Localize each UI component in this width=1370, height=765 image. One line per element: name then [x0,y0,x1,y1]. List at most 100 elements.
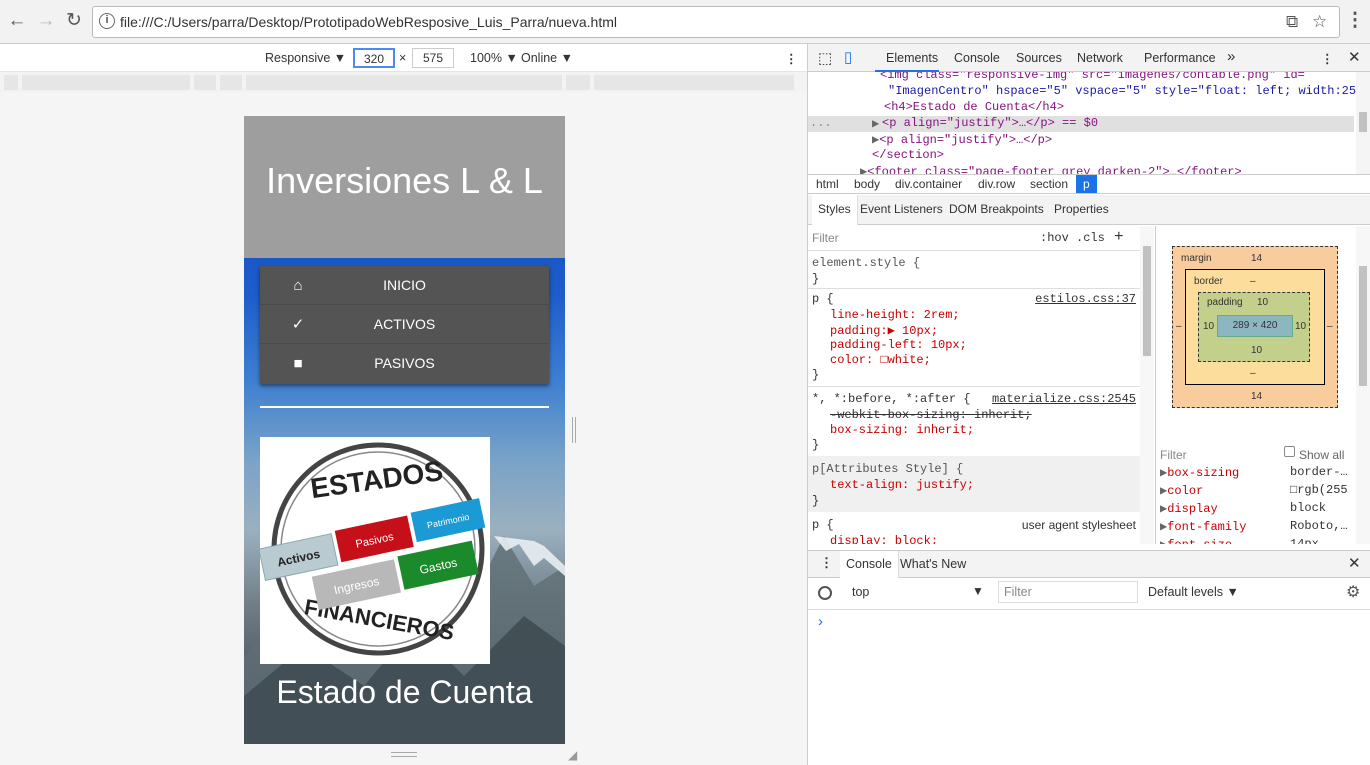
network-throttle-select[interactable]: Online ▼ [521,51,573,65]
elements-scrollbar[interactable] [1356,72,1370,174]
crumb-section[interactable]: section [1030,177,1068,191]
ua-rule-selector[interactable]: p { [812,518,834,532]
zoom-select[interactable]: 100% ▼ [470,51,518,65]
devtools-menu-icon[interactable]: ⋮ [1321,51,1334,66]
css-text-align[interactable]: text-align: justify; [830,478,974,492]
dom-node-footer[interactable]: ▶<footer class="page-footer grey darken-… [860,164,1370,174]
attributes-style-selector[interactable]: p[Attributes Style] { [812,462,963,476]
crumb-body[interactable]: body [854,177,880,191]
tab-styles[interactable]: Styles [812,195,858,225]
console-prompt[interactable]: › [818,613,823,630]
css-display[interactable]: display: block; [830,534,938,544]
media-query-ruler[interactable] [0,72,807,92]
styles-scrollbar[interactable] [1140,226,1154,544]
log-levels-select[interactable]: Default levels ▼ [1148,585,1239,599]
drawer-tab-console[interactable]: Console [840,551,899,578]
device-mode-select[interactable]: Responsive ▼ [265,51,346,65]
box-model-padding[interactable]: padding 10 10 10 10 289 × 420 [1198,292,1310,362]
css-padding[interactable]: padding:▶ 10px; [830,323,938,338]
clear-console-icon[interactable] [818,586,832,600]
computed-row[interactable]: ▶display block [1160,501,1350,516]
box-model-border[interactable]: border – – padding 10 10 10 10 289 × 420 [1185,269,1325,385]
devtools-tabbar: ⬚ ▯ Elements Console Sources Network Per… [808,44,1370,72]
browser-menu-icon[interactable]: ⋮ [1344,10,1366,32]
css-line-height[interactable]: line-height: 2rem; [830,308,960,322]
site-header: Inversiones L & L [244,116,565,258]
crumb-html[interactable]: html [816,177,839,191]
drawer-menu-icon[interactable]: ⋮ [820,555,833,571]
dom-node-section-close[interactable]: </section> [872,148,1370,164]
styles-filter-input[interactable]: Filter [812,231,839,245]
css-webkit-box-sizing[interactable]: -webkit-box-sizing: inherit; [830,408,1032,422]
resize-handle-bottom[interactable] [391,752,417,757]
box-model-content[interactable]: 289 × 420 [1217,315,1293,337]
console-settings-gear-icon[interactable]: ⚙ [1346,582,1360,602]
close-drawer-icon[interactable]: ✕ [1348,554,1361,572]
tab-performance[interactable]: Performance [1144,51,1216,65]
context-select[interactable]: top [852,585,869,599]
computed-scrollbar[interactable] [1356,226,1370,544]
viewport-height-input[interactable]: 575 [412,48,454,68]
translate-icon[interactable]: ⧉ [1286,12,1298,32]
dom-node-img[interactable]: <img class="responsive-img" src="imagene… [880,72,1370,84]
estilos-css-link[interactable]: estilos.css:37 [1035,292,1136,306]
computed-row[interactable]: ▶box-sizing border-… [1160,465,1350,480]
computed-row[interactable]: ▶font-family Roboto,… [1160,519,1350,534]
new-rule-button[interactable]: + [1114,228,1124,246]
side-menu: ⌂ INICIO ✓ ACTIVOS ■ PASIVOS [260,266,549,384]
dom-node-p-selected[interactable]: ... ▶ <p align="justify">…</p> == $0 [808,116,1354,132]
device-toggle-icon[interactable]: ▯ [844,48,852,66]
console-filter-input[interactable]: Filter [1004,585,1032,599]
tab-event-listeners[interactable]: Event Listeners [860,202,943,216]
menu-item-activos[interactable]: ✓ ACTIVOS [260,305,549,344]
reload-icon[interactable]: ↻ [63,10,85,32]
materialize-css-link[interactable]: materialize.css:2545 [992,392,1136,406]
computed-row[interactable]: ▶font-size14px [1160,537,1350,544]
element-style-selector[interactable]: element.style { [812,256,920,270]
devtools-panel: ⬚ ▯ Elements Console Sources Network Per… [807,44,1370,765]
dom-node-img-attrs[interactable]: "ImagenCentro" hspace="5" vspace="5" sty… [888,84,1370,100]
menu-item-label: ACTIVOS [373,316,436,332]
tab-elements[interactable]: Elements [886,51,938,65]
tab-sources[interactable]: Sources [1016,51,1062,65]
crumb-div-row[interactable]: div.row [978,177,1015,191]
bookmark-star-icon[interactable]: ☆ [1312,12,1327,32]
resize-handle-right[interactable] [572,417,576,443]
viewport-width-input[interactable]: 320 [353,48,395,68]
tab-dom-breakpoints[interactable]: DOM Breakpoints [949,202,1044,216]
inspect-element-icon[interactable]: ⬚ [818,49,832,67]
tab-console[interactable]: Console [954,51,1000,65]
address-bar[interactable]: i file:///C:/Users/parra/Desktop/Prototi… [92,6,1340,38]
device-options-icon[interactable]: ⋮ [785,51,798,66]
computed-filter-input[interactable]: Filter [1160,448,1187,462]
cls-toggle[interactable]: .cls [1076,231,1105,245]
hov-toggle[interactable]: :hov [1040,231,1069,245]
drawer-tab-whats-new[interactable]: What's New [900,557,966,571]
menu-item-label: PASIVOS [374,355,435,371]
forward-arrow-icon[interactable]: → [35,10,57,32]
css-padding-left[interactable]: padding-left: 10px; [830,338,967,352]
menu-item-inicio[interactable]: ⌂ INICIO [260,266,549,305]
show-all-checkbox[interactable] [1284,446,1295,457]
tab-network[interactable]: Network [1077,51,1123,65]
crumb-p[interactable]: p [1076,175,1097,193]
menu-item-pasivos[interactable]: ■ PASIVOS [260,344,549,383]
css-box-sizing[interactable]: box-sizing: inherit; [830,423,974,437]
more-tabs-button[interactable]: » [1227,48,1235,65]
computed-pane: margin 14 14 – – border – – padding 10 1… [1155,226,1370,544]
p-rule-selector[interactable]: p { [812,292,834,306]
close-icon[interactable]: ✕ [1348,48,1361,66]
back-arrow-icon[interactable]: ← [6,10,28,32]
css-color[interactable]: color: □white; [830,353,931,367]
box-model-margin[interactable]: margin 14 14 – – border – – padding 10 1… [1172,246,1338,408]
url-text[interactable]: file:///C:/Users/parra/Desktop/Prototipa… [120,14,617,30]
dom-node-h4[interactable]: <h4>Estado de Cuenta</h4> [884,100,1370,116]
context-dropdown-icon[interactable]: ▼ [972,584,984,598]
universal-rule-selector[interactable]: *, *:before, *:after { [812,392,970,406]
computed-row[interactable]: ▶color □rgb(255 [1160,483,1350,498]
tab-properties[interactable]: Properties [1054,202,1109,216]
resize-corner-icon[interactable]: ◢ [568,748,577,762]
dom-node-p[interactable]: ▶<p align="justify">…</p> [872,132,1370,148]
info-icon[interactable]: i [99,13,115,29]
crumb-div-container[interactable]: div.container [895,177,962,191]
